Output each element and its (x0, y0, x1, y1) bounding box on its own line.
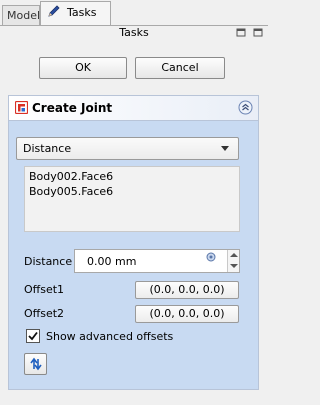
offset2-button[interactable]: (0.0, 0.0, 0.0) (135, 305, 239, 323)
distance-label: Distance (24, 255, 73, 268)
float-icon[interactable] (236, 28, 247, 38)
pencil-icon (47, 4, 61, 18)
create-joint-icon (14, 100, 29, 115)
tab-model-label: Model (7, 9, 41, 22)
joint-type-value: Distance (23, 142, 72, 155)
tab-bar: Model Tasks (0, 0, 268, 26)
list-item[interactable]: Body002.Face6 (25, 169, 239, 184)
unit-expression-icon[interactable] (206, 252, 216, 262)
offset2-label: Offset2 (24, 307, 65, 320)
spin-down-icon[interactable] (230, 264, 238, 268)
selection-list[interactable]: Body002.Face6 Body005.Face6 (24, 166, 240, 232)
spin-up-icon[interactable] (230, 253, 238, 257)
tab-tasks[interactable]: Tasks (40, 1, 111, 26)
panel-title: Tasks (119, 26, 149, 39)
checkmark-icon (28, 331, 38, 341)
distance-value: 0.00 mm (87, 255, 137, 268)
tab-model[interactable]: Model (2, 5, 40, 26)
collapse-icon[interactable] (238, 100, 253, 115)
list-item[interactable]: Body005.Face6 (25, 184, 239, 199)
reverse-button[interactable] (24, 353, 47, 375)
show-advanced-checkbox[interactable] (26, 329, 40, 343)
show-advanced-label[interactable]: Show advanced offsets (46, 330, 173, 343)
close-icon[interactable] (253, 28, 264, 38)
taskbox-title: Create Joint (32, 101, 113, 115)
distance-spinbox[interactable]: 0.00 mm (74, 249, 240, 273)
taskbox-header: Create Joint (8, 95, 259, 120)
joint-type-combobox[interactable]: Distance (16, 137, 239, 160)
cancel-button[interactable]: Cancel (135, 57, 225, 79)
ok-button[interactable]: OK (39, 57, 127, 79)
offset1-label: Offset1 (24, 283, 65, 296)
dropdown-arrow-icon (221, 146, 229, 151)
reverse-icon (30, 357, 42, 371)
tab-tasks-label: Tasks (67, 6, 97, 19)
spin-buttons (227, 250, 239, 272)
offset1-button[interactable]: (0.0, 0.0, 0.0) (135, 281, 239, 299)
